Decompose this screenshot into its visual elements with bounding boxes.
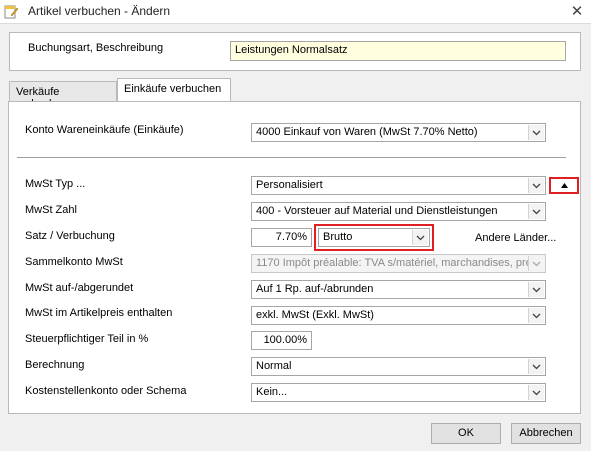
mwst-typ-value: Personalisiert xyxy=(256,179,323,191)
chevron-down-icon[interactable] xyxy=(528,178,544,193)
rundung-select[interactable]: Auf 1 Rp. auf-/abrunden xyxy=(251,280,546,299)
mwst-zahl-value: 400 - Vorsteuer auf Material und Dienstl… xyxy=(256,205,498,217)
dialog-window: Artikel verbuchen - Ändern ✕ Buchungsart… xyxy=(0,0,591,451)
chevron-down-icon[interactable] xyxy=(528,204,544,219)
mwst-zahl-select[interactable]: 400 - Vorsteuer auf Material und Dienstl… xyxy=(251,202,546,221)
chevron-down-icon[interactable] xyxy=(528,385,544,400)
artikelpreis-value: exkl. MwSt (Exkl. MwSt) xyxy=(256,309,374,321)
chevron-down-icon xyxy=(528,256,544,271)
ok-button[interactable]: OK xyxy=(431,423,501,444)
chevron-down-icon[interactable] xyxy=(528,282,544,297)
chevron-down-icon[interactable] xyxy=(528,308,544,323)
triangle-up-icon xyxy=(560,183,568,188)
mwst-typ-expand-button[interactable] xyxy=(549,177,579,194)
kostenstelle-label: Kostenstellenkonto oder Schema xyxy=(25,385,187,397)
chevron-down-icon[interactable] xyxy=(528,359,544,374)
andere-laender-link[interactable]: Andere Länder... xyxy=(475,232,556,244)
form: Konto Wareneinkäufe (Einkäufe) 4000 Eink… xyxy=(0,0,591,451)
highlight-frame xyxy=(314,224,434,251)
berechnung-value: Normal xyxy=(256,360,292,372)
sammelkonto-select: 1170 Impôt préalable: TVA s/matériel, ma… xyxy=(251,254,546,273)
mwst-typ-label: MwSt Typ ... xyxy=(25,178,86,190)
satz-rate-input[interactable]: 7.70% xyxy=(251,228,312,247)
konto-label: Konto Wareneinkäufe (Einkäufe) xyxy=(25,124,184,136)
chevron-down-icon[interactable] xyxy=(528,125,544,140)
steuerpflichtig-input[interactable]: 100.00% xyxy=(251,331,312,350)
cancel-button[interactable]: Abbrechen xyxy=(511,423,581,444)
konto-select[interactable]: 4000 Einkauf von Waren (MwSt 7.70% Netto… xyxy=(251,123,546,142)
berechnung-select[interactable]: Normal xyxy=(251,357,546,376)
berechnung-label: Berechnung xyxy=(25,359,85,371)
separator xyxy=(17,157,566,158)
artikelpreis-select[interactable]: exkl. MwSt (Exkl. MwSt) xyxy=(251,306,546,325)
rundung-label: MwSt auf-/abgerundet xyxy=(25,282,134,294)
mwst-zahl-label: MwSt Zahl xyxy=(25,204,77,216)
mwst-typ-select[interactable]: Personalisiert xyxy=(251,176,546,195)
steuerpflichtig-label: Steuerpflichtiger Teil in % xyxy=(25,333,149,345)
artikelpreis-label: MwSt im Artikelpreis enthalten xyxy=(25,307,173,319)
sammelkonto-label: Sammelkonto MwSt xyxy=(25,256,123,268)
satz-label: Satz / Verbuchung xyxy=(25,230,115,242)
kostenstelle-select[interactable]: Kein... xyxy=(251,383,546,402)
rundung-value: Auf 1 Rp. auf-/abrunden xyxy=(256,283,374,295)
kostenstelle-value: Kein... xyxy=(256,386,288,398)
sammelkonto-value: 1170 Impôt préalable: TVA s/matériel, ma… xyxy=(256,257,538,269)
konto-value: 4000 Einkauf von Waren (MwSt 7.70% Netto… xyxy=(256,126,478,138)
